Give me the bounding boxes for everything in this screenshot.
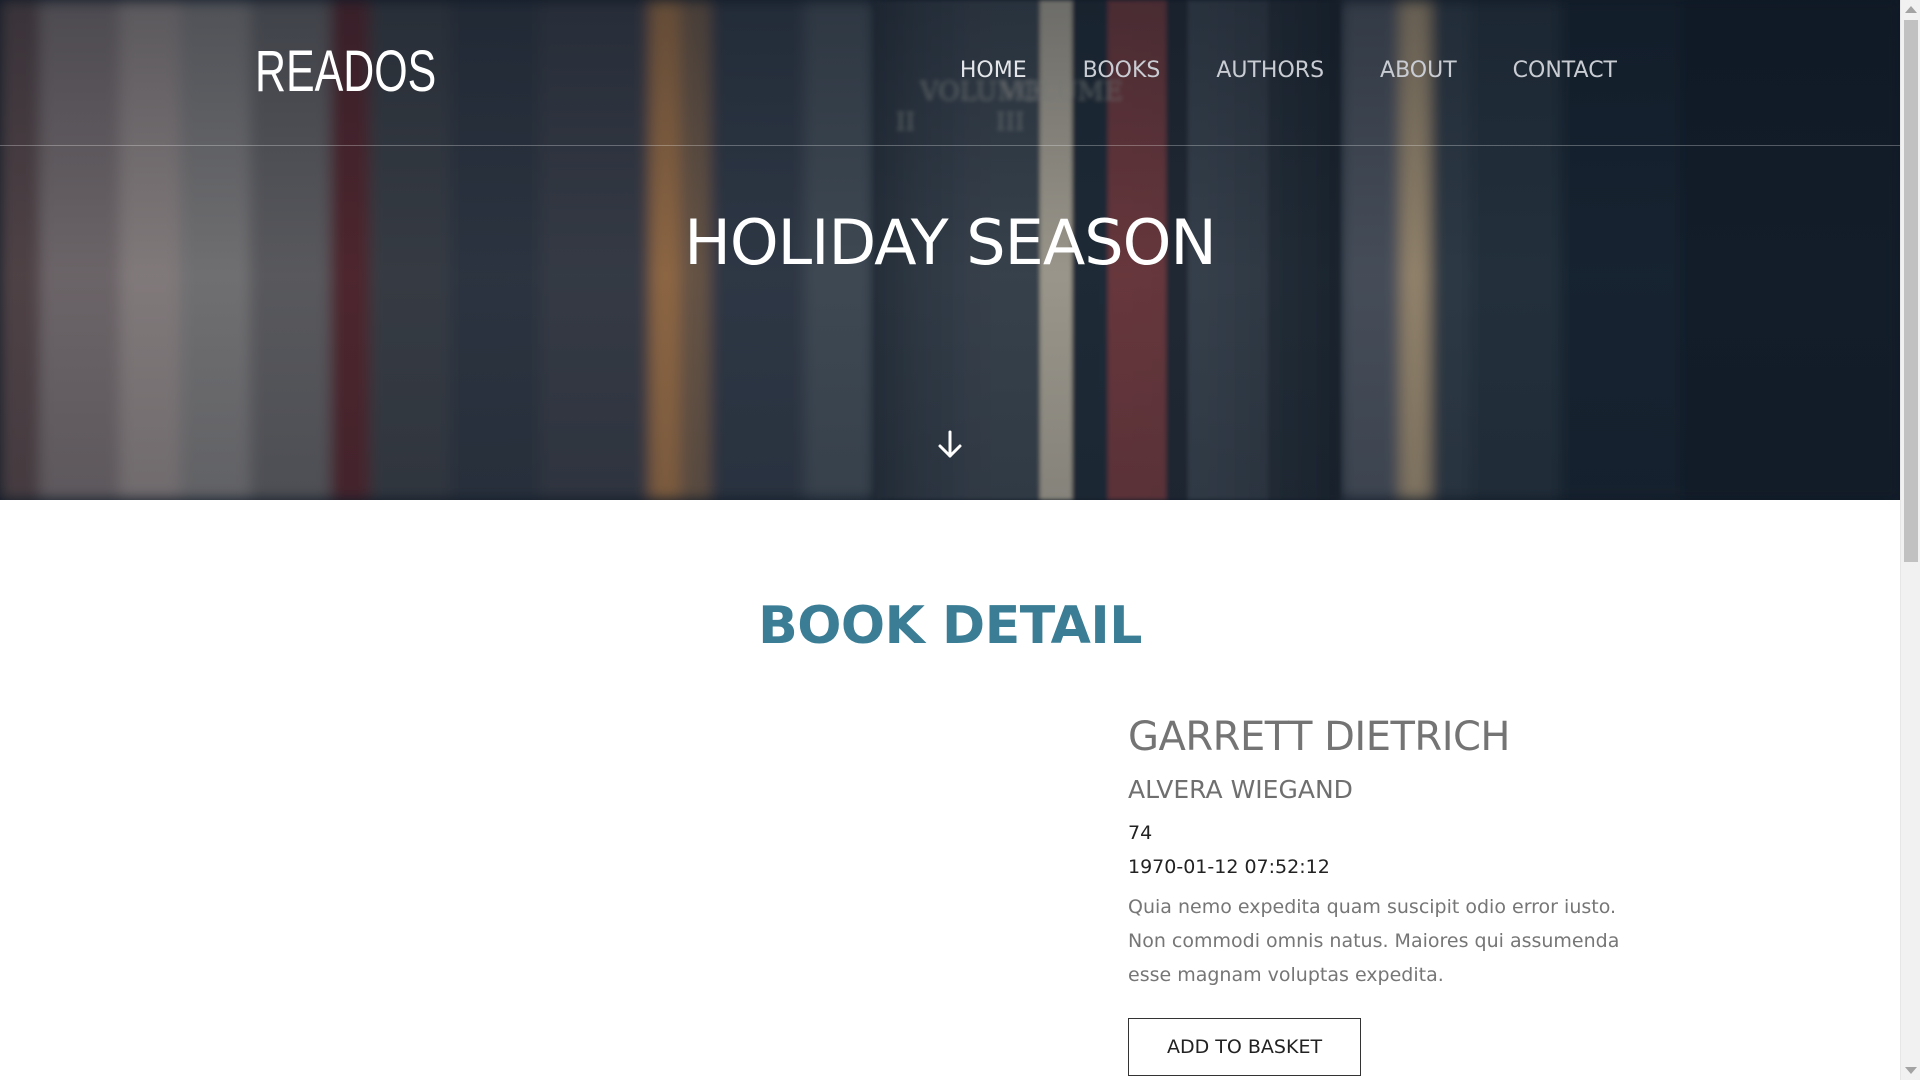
book-detail-panel: GARRETT DIETRICH ALVERA WIEGAND 74 1970-… — [1128, 712, 1648, 1076]
main-nav: HOME BOOKS AUTHORS ABOUT CONTACT — [960, 58, 1617, 83]
section-title: BOOK DETAIL — [758, 596, 1142, 656]
nav-authors-link[interactable]: AUTHORS — [1216, 58, 1324, 83]
hero-title: HOLIDAY SEASON — [684, 206, 1217, 279]
scrollbar-thumb[interactable] — [1904, 20, 1918, 562]
book-date: 1970-01-12 07:52:12 — [1128, 856, 1330, 878]
page: VOLUME VOLUME III II READOS HOME BOOKS A… — [0, 0, 1900, 1080]
scroll-up-icon[interactable] — [1905, 6, 1917, 13]
nav-books-link[interactable]: BOOKS — [1083, 58, 1161, 83]
arrow-down-icon[interactable] — [935, 428, 965, 462]
top-navbar: READOS HOME BOOKS AUTHORS ABOUT CONTACT — [0, 0, 1900, 146]
book-title: GARRETT DIETRICH — [1128, 714, 1511, 760]
nav-about-link[interactable]: ABOUT — [1380, 58, 1457, 83]
nav-home-link[interactable]: HOME — [960, 58, 1027, 83]
vertical-scrollbar[interactable] — [1900, 0, 1920, 1080]
hero-banner: VOLUME VOLUME III II READOS HOME BOOKS A… — [0, 0, 1900, 500]
book-number: 74 — [1128, 822, 1153, 844]
add-to-basket-button[interactable]: ADD TO BASKET — [1128, 1018, 1362, 1076]
scroll-down-icon[interactable] — [1905, 1067, 1917, 1074]
site-logo[interactable]: READOS — [255, 38, 436, 105]
book-author: ALVERA WIEGAND — [1128, 775, 1353, 804]
nav-contact-link[interactable]: CONTACT — [1513, 58, 1617, 83]
book-description: Quia nemo expedita quam suscipit odio er… — [1128, 896, 1620, 986]
